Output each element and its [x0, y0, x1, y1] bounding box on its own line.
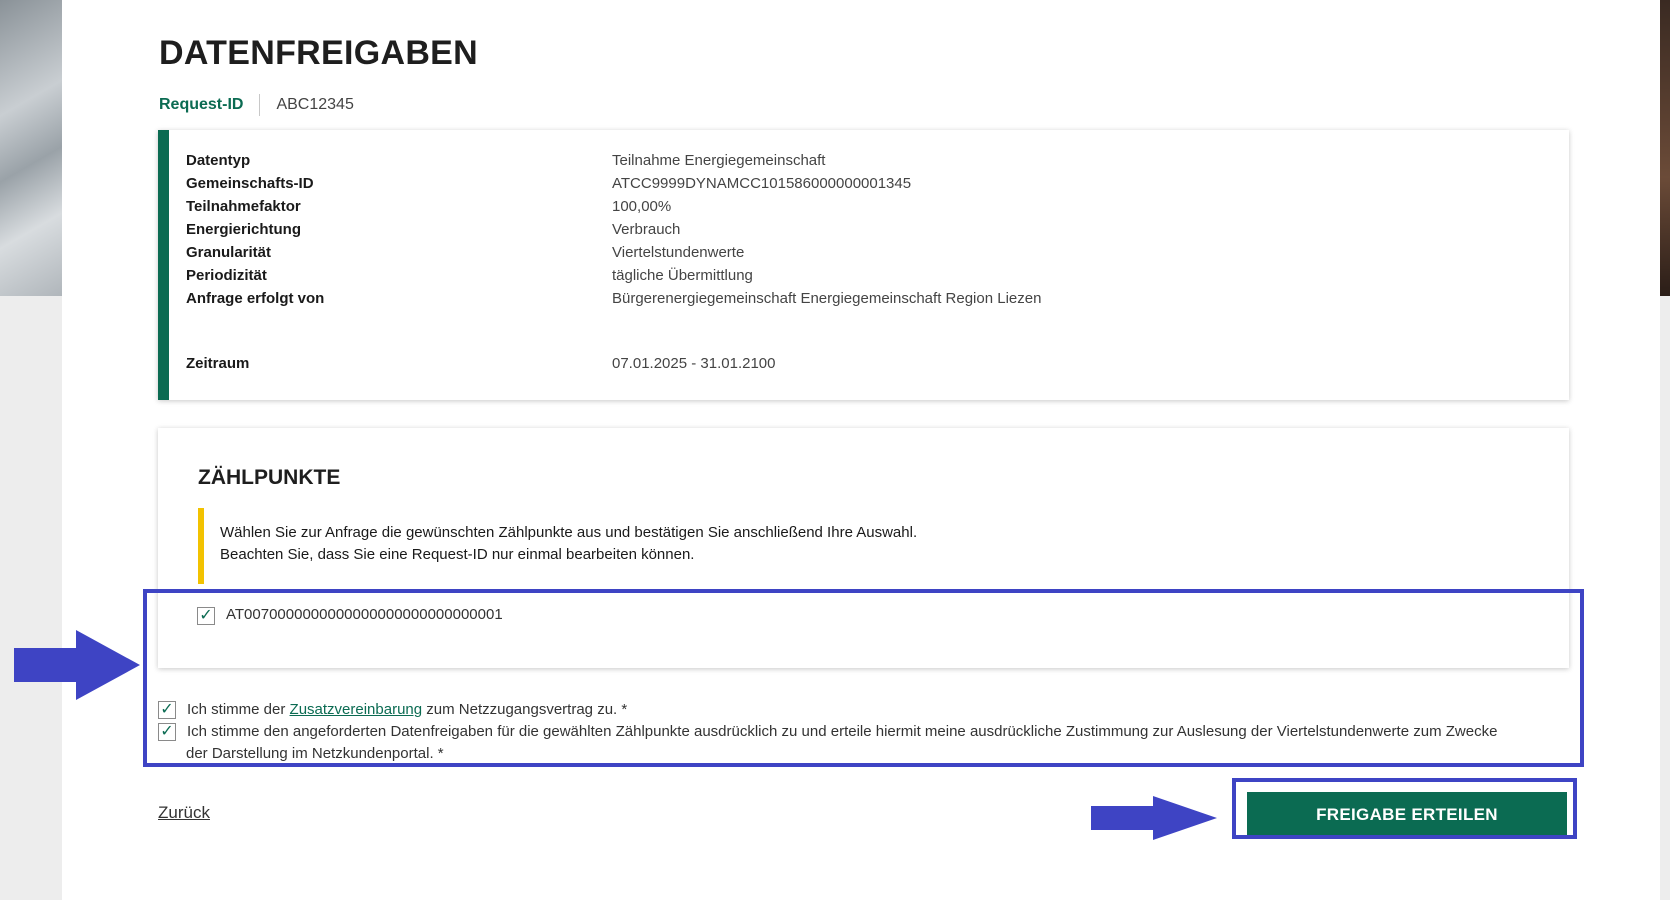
divider	[259, 94, 261, 116]
request-id-value: ABC12345	[276, 96, 354, 113]
consent-text-1-after: zum Netzzugangsvertrag zu. *	[422, 701, 628, 718]
page-title: DATENFREIGABEN	[159, 34, 479, 72]
detail-label: Energierichtung	[186, 221, 302, 238]
detail-value: Bürgerenergiegemeinschaft Energiegemeins…	[612, 290, 1042, 307]
meteringpoint-id-label: AT0070000000000000000000000000001	[226, 606, 503, 623]
detail-label: Teilnahmefaktor	[186, 198, 301, 215]
meteringpoint-checkbox[interactable]: ✓	[197, 607, 215, 625]
zusatzvereinbarung-link[interactable]: Zusatzvereinbarung	[290, 701, 423, 718]
consent-text-1: Ich stimme der Zusatzvereinbarung zum Ne…	[187, 699, 627, 721]
info-notice: Wählen Sie zur Anfrage die gewünschten Z…	[198, 508, 1298, 584]
detail-value: Verbrauch	[612, 221, 681, 238]
check-icon: ✓	[160, 701, 174, 718]
notice-text-2: Beachten Sie, dass Sie eine Request-ID n…	[220, 546, 695, 563]
detail-value: tägliche Übermittlung	[612, 267, 753, 284]
section-title: ZÄHLPUNKTE	[198, 466, 341, 489]
consent-checkbox-zusatzvereinbarung[interactable]: ✓	[158, 701, 176, 719]
check-icon: ✓	[199, 607, 213, 624]
detail-label: Periodizität	[186, 267, 267, 284]
notice-text-1: Wählen Sie zur Anfrage die gewünschten Z…	[220, 524, 918, 541]
detail-label: Datentyp	[186, 152, 251, 169]
details-accent-bar	[158, 130, 169, 400]
consent-text-1-before: Ich stimme der	[187, 701, 290, 718]
back-link[interactable]: Zurück	[158, 803, 210, 823]
detail-label: Granularität	[186, 244, 272, 261]
consent-text-2-line2: der Darstellung im Netzkundenportal. *	[186, 745, 444, 762]
check-icon: ✓	[160, 723, 174, 740]
request-id-label: Request-ID	[159, 96, 244, 113]
detail-value: 100,00%	[612, 198, 672, 215]
detail-label: Anfrage erfolgt von	[186, 290, 325, 307]
detail-value: ATCC9999DYNAMCC101586000000001345	[612, 175, 912, 192]
main-page: DATENFREIGABEN Request-ID ABC12345 Daten…	[62, 0, 1660, 900]
detail-label: Gemeinschafts-ID	[186, 175, 314, 192]
detail-label: Zeitraum	[186, 355, 250, 372]
consent-text-2: Ich stimme den angeforderten Datenfreiga…	[186, 721, 1577, 765]
details-card: Datentyp Teilnahme Energiegemeinschaft G…	[158, 130, 1569, 400]
detail-value: Teilnahme Energiegemeinschaft	[612, 152, 826, 169]
freigabe-erteilen-button[interactable]: FREIGABE ERTEILEN	[1247, 792, 1567, 838]
consent-text-2-line1: Ich stimme den angeforderten Datenfreiga…	[187, 723, 1498, 740]
background-photo-left	[0, 0, 62, 296]
detail-value: Viertelstundenwerte	[612, 244, 745, 261]
detail-value: 07.01.2025 - 31.01.2100	[612, 355, 776, 372]
consent-checkbox-datenfreigabe[interactable]: ✓	[158, 723, 176, 741]
background-photo-right	[1660, 0, 1670, 296]
request-id-line: Request-ID ABC12345	[159, 94, 354, 116]
zaehlpunkte-card: ZÄHLPUNKTE Wählen Sie zur Anfrage die ge…	[158, 428, 1569, 668]
